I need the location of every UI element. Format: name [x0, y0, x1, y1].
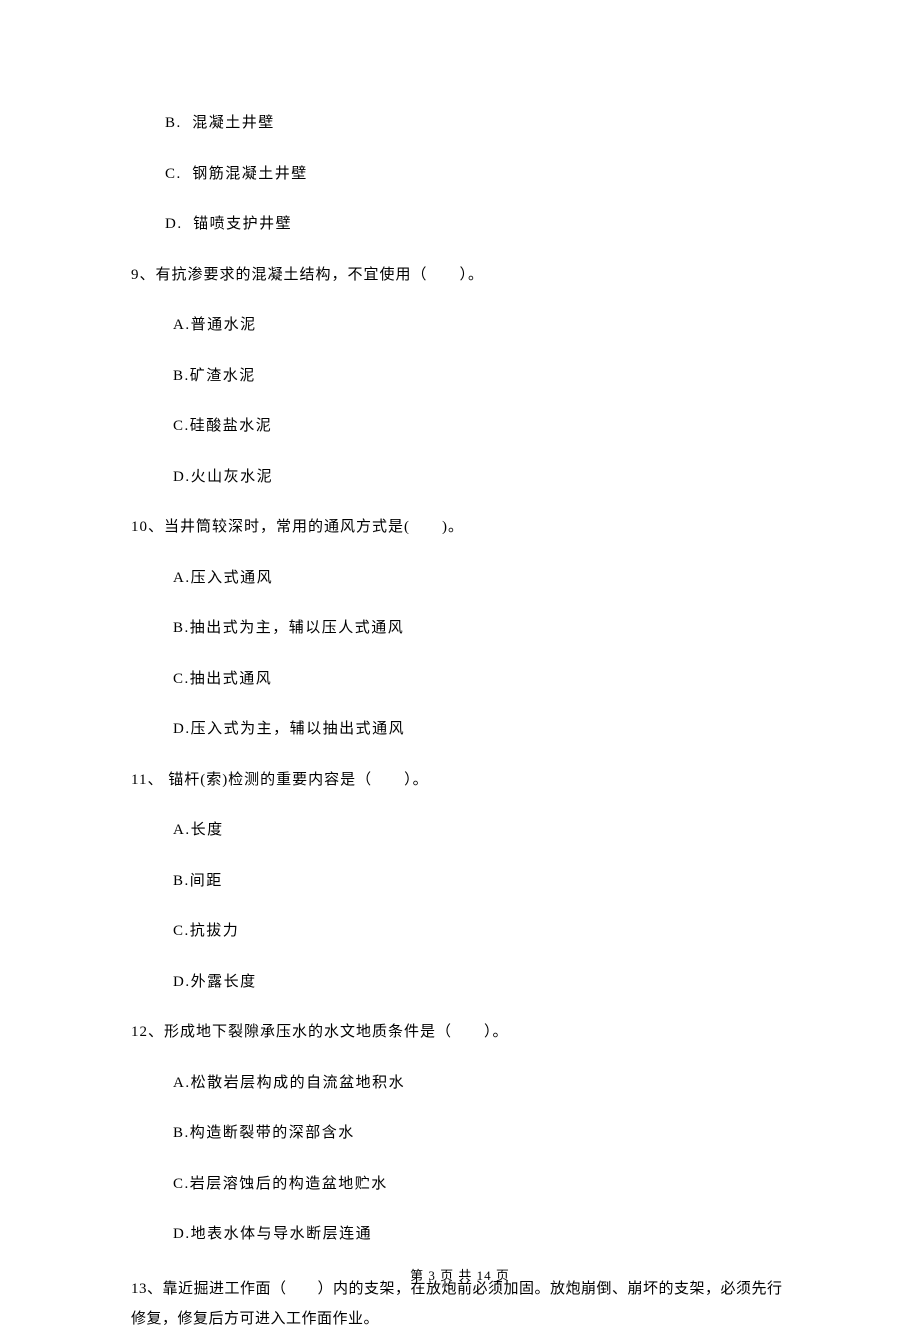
q12-option-b: B.构造断裂带的深部含水: [123, 1122, 797, 1145]
q11-stem: 11、 锚杆(索)检测的重要内容是（ ）。: [123, 769, 797, 792]
q10-option-a: A.压入式通风: [123, 567, 797, 590]
page-footer: 第 3 页 共 14 页: [0, 1266, 920, 1286]
q9-option-a: A.普通水泥: [123, 314, 797, 337]
q10-option-b: B.抽出式为主，辅以压人式通风: [123, 617, 797, 640]
q12-stem: 12、形成地下裂隙承压水的水文地质条件是（ ）。: [123, 1021, 797, 1044]
q8-option-b: B. 混凝土井壁: [123, 112, 797, 135]
q9-stem: 9、有抗渗要求的混凝土结构，不宜使用（ ）。: [123, 264, 797, 287]
q8-option-c: C. 钢筋混凝土井壁: [123, 163, 797, 186]
q10-option-c: C.抽出式通风: [123, 668, 797, 691]
q10-option-d: D.压入式为主，辅以抽出式通风: [123, 718, 797, 741]
q8-option-d: D. 锚喷支护井壁: [123, 213, 797, 236]
page-content: B. 混凝土井壁 C. 钢筋混凝土井壁 D. 锚喷支护井壁 9、有抗渗要求的混凝…: [0, 0, 920, 1334]
q9-option-d: D.火山灰水泥: [123, 466, 797, 489]
q12-option-d: D.地表水体与导水断层连通: [123, 1223, 797, 1246]
q11-option-a: A.长度: [123, 819, 797, 842]
q11-option-c: C.抗拔力: [123, 920, 797, 943]
q12-option-c: C.岩层溶蚀后的构造盆地贮水: [123, 1173, 797, 1196]
q11-option-b: B.间距: [123, 870, 797, 893]
q9-option-b: B.矿渣水泥: [123, 365, 797, 388]
q11-option-d: D.外露长度: [123, 971, 797, 994]
q10-stem: 10、当井筒较深时，常用的通风方式是( )。: [123, 516, 797, 539]
q9-option-c: C.硅酸盐水泥: [123, 415, 797, 438]
q12-option-a: A.松散岩层构成的自流盆地积水: [123, 1072, 797, 1095]
